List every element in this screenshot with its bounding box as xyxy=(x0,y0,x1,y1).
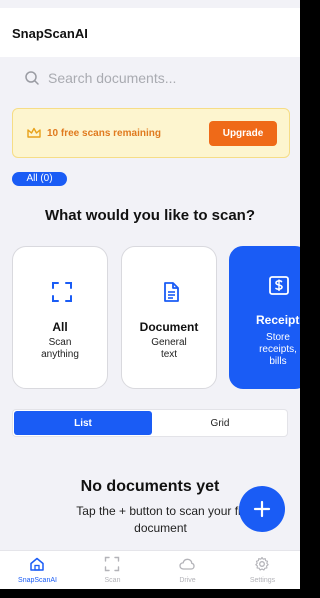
scan-card-subtitle: General text xyxy=(151,337,187,360)
cloud-icon xyxy=(179,558,195,570)
grid-view-button[interactable]: Grid xyxy=(153,411,287,435)
scan-frame-icon xyxy=(104,556,120,572)
bottom-tab-bar: SnapScanAI Scan Drive Settings xyxy=(0,550,300,589)
scan-section-title: What would you like to scan? xyxy=(44,207,255,224)
scan-card-document[interactable]: Document General text xyxy=(121,246,217,389)
add-scan-button[interactable] xyxy=(239,486,285,532)
search-bar[interactable] xyxy=(12,63,288,93)
scan-card-all[interactable]: All Scan anything xyxy=(12,246,108,389)
scan-card-receipt[interactable]: Receipt Store receipts, bills xyxy=(229,246,300,389)
scan-frame-icon xyxy=(52,282,72,302)
tab-label: SnapScanAI xyxy=(18,577,57,584)
upgrade-button[interactable]: Upgrade xyxy=(209,121,277,146)
tab-scan[interactable]: Scan xyxy=(75,551,150,589)
scan-card-subtitle: Scan anything xyxy=(41,337,79,360)
home-icon xyxy=(30,557,44,571)
tab-home[interactable]: SnapScanAI xyxy=(0,551,75,589)
app-screen: SnapScanAI 10 free scans remaining Upgra… xyxy=(0,0,300,589)
scan-card-title: Document xyxy=(139,320,199,334)
scan-card-subtitle: Store receipts, bills xyxy=(259,332,297,367)
receipt-icon xyxy=(269,276,289,295)
plus-icon xyxy=(253,500,271,518)
search-input[interactable] xyxy=(48,70,268,86)
search-icon xyxy=(25,71,39,85)
scan-card-title: Receipt xyxy=(256,313,300,327)
gear-icon xyxy=(255,556,269,571)
app-title: SnapScanAI xyxy=(12,26,88,41)
free-scans-text: 10 free scans remaining xyxy=(47,128,161,139)
list-view-button[interactable]: List xyxy=(14,411,152,435)
top-bar: SnapScanAI xyxy=(0,8,300,57)
tab-label: Drive xyxy=(179,577,196,584)
tab-label: Scan xyxy=(104,577,121,584)
scan-card-title: All xyxy=(52,320,68,334)
tab-label: Settings xyxy=(249,577,276,584)
crown-icon xyxy=(27,127,41,138)
tab-settings[interactable]: Settings xyxy=(225,551,300,589)
tab-drive[interactable]: Drive xyxy=(150,551,225,589)
view-toggle: List Grid xyxy=(12,409,288,437)
filter-chip-all[interactable]: All (0) xyxy=(12,172,67,186)
document-icon xyxy=(164,282,179,302)
free-scans-banner: 10 free scans remaining Upgrade xyxy=(12,108,290,158)
